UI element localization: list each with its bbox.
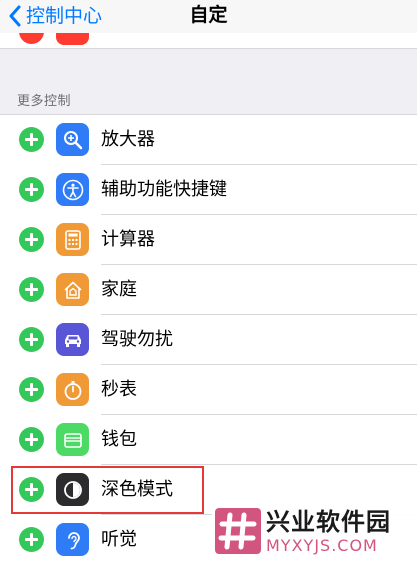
nav-bar: 控制中心 自定	[0, 0, 417, 33]
page-title: 自定	[189, 4, 228, 26]
control-label: 听觉	[101, 529, 137, 550]
section-header-more-controls: 更多控制	[17, 94, 72, 109]
app-icon-partial	[56, 33, 89, 45]
accessibility-icon	[56, 173, 89, 206]
watermark-title: 兴业软件园	[266, 508, 391, 536]
dark-mode-icon	[56, 473, 89, 506]
add-button[interactable]	[19, 227, 44, 252]
control-row-wallet[interactable]: 钱包	[0, 415, 417, 465]
add-button[interactable]	[19, 127, 44, 152]
wallet-icon	[56, 423, 89, 456]
magnifier-icon	[56, 123, 89, 156]
add-button[interactable]	[19, 427, 44, 452]
add-button[interactable]	[19, 377, 44, 402]
add-button[interactable]	[19, 277, 44, 302]
add-button[interactable]	[19, 327, 44, 352]
watermark: 兴业软件园 MYXYJS.COM	[212, 505, 417, 561]
add-button[interactable]	[19, 477, 44, 502]
calculator-icon	[56, 223, 89, 256]
control-label: 计算器	[101, 229, 155, 250]
control-label: 秒表	[101, 379, 137, 400]
home-icon	[56, 273, 89, 306]
remove-button[interactable]	[19, 33, 44, 44]
watermark-url: MYXYJS.COM	[266, 536, 378, 555]
control-row-calculator[interactable]: 计算器	[0, 215, 417, 265]
control-label: 驾驶勿扰	[101, 329, 173, 350]
add-button[interactable]	[19, 177, 44, 202]
ear-icon	[56, 523, 89, 556]
included-controls-row-partial[interactable]	[0, 33, 417, 49]
control-row-magnifier[interactable]: 放大器	[0, 115, 417, 165]
car-icon	[56, 323, 89, 356]
control-row-do-not-disturb-while-driving[interactable]: 驾驶勿扰	[0, 315, 417, 365]
control-row-home[interactable]: 家庭	[0, 265, 417, 315]
stopwatch-icon	[56, 373, 89, 406]
control-label: 放大器	[101, 129, 155, 150]
site-logo-icon	[215, 508, 261, 554]
control-row-stopwatch[interactable]: 秒表	[0, 365, 417, 415]
control-label: 辅助功能快捷键	[101, 179, 227, 200]
control-label: 深色模式	[101, 479, 173, 500]
control-row-accessibility-shortcut[interactable]: 辅助功能快捷键	[0, 165, 417, 215]
control-label: 钱包	[101, 429, 137, 450]
control-label: 家庭	[101, 279, 137, 300]
more-controls-list: 放大器 辅助功能快捷键 计算器 家庭 驾驶勿扰 秒表 钱包 深色模式 听觉	[0, 114, 417, 565]
add-button[interactable]	[19, 527, 44, 552]
